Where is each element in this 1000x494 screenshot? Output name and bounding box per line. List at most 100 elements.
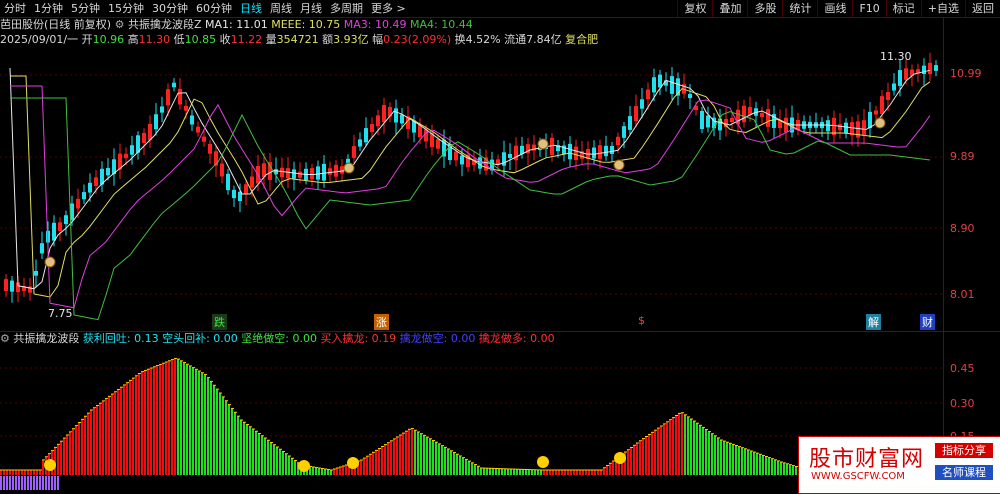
candle-body xyxy=(58,222,62,231)
candle-body xyxy=(82,192,86,200)
smiley-icon xyxy=(298,460,310,472)
event-marker-jie[interactable]: 解 xyxy=(866,314,881,330)
candle-body xyxy=(622,126,626,138)
sub-histogram-bar xyxy=(768,457,770,475)
event-marker-dollar[interactable]: $ xyxy=(636,314,647,327)
sub-indicator-name[interactable]: 共振擒龙波段 xyxy=(13,332,79,345)
short-cover-value: 空头回补: 0.00 xyxy=(162,332,238,345)
candle-body xyxy=(874,110,878,115)
sub-histogram-bar xyxy=(681,412,683,475)
sub-histogram-bar xyxy=(129,380,131,475)
sub-histogram-bar xyxy=(462,457,464,475)
sub-histogram-bar xyxy=(522,469,524,475)
sub-histogram-bar xyxy=(516,469,518,475)
sub-histogram-bar xyxy=(330,470,332,475)
sub-histogram-bar xyxy=(474,464,476,475)
sub-histogram-bar xyxy=(195,369,197,475)
candle-body xyxy=(922,65,926,75)
sub-histogram-bar xyxy=(276,447,278,475)
sub-histogram-bar xyxy=(126,382,128,475)
candle-body xyxy=(394,108,398,123)
sub-histogram-bar xyxy=(189,365,191,475)
sub-histogram-bar xyxy=(279,449,281,475)
sub-histogram-bar xyxy=(285,453,287,475)
sub-negative-bar xyxy=(18,476,20,490)
sub-histogram-bar xyxy=(102,400,104,475)
sub-histogram-bar xyxy=(174,358,176,475)
sub-histogram-bar xyxy=(384,444,386,475)
candle-body xyxy=(838,124,842,131)
sub-histogram-bar xyxy=(171,359,173,475)
sub-histogram-bar xyxy=(579,470,581,475)
sub-histogram-bar xyxy=(327,469,329,475)
event-marker-die[interactable]: 跌 xyxy=(212,314,227,330)
candle-body xyxy=(424,129,428,142)
sub-histogram-bar xyxy=(312,467,314,475)
sub-settings-icon[interactable]: ⚙ xyxy=(0,332,10,345)
candle-body xyxy=(760,112,764,118)
sub-histogram-bar xyxy=(72,428,74,475)
sub-histogram-bar xyxy=(15,470,17,475)
sub-histogram-bar xyxy=(402,433,404,475)
sub-histogram-bar xyxy=(378,448,380,475)
candle-body xyxy=(76,198,80,209)
sub-histogram-bar xyxy=(726,442,728,475)
sub-negative-bar xyxy=(45,476,47,490)
sub-histogram-bar xyxy=(240,420,242,475)
event-marker-zhang[interactable]: 涨 xyxy=(374,314,389,330)
sub-histogram-bar xyxy=(18,470,20,475)
sub-histogram-bar xyxy=(534,469,536,475)
sub-histogram-bar xyxy=(711,433,713,475)
sub-histogram-bar xyxy=(546,470,548,475)
sub-histogram-bar xyxy=(423,435,425,475)
sub-histogram-bar xyxy=(273,444,275,475)
money-bag-icon xyxy=(343,162,355,174)
sub-histogram-bar xyxy=(759,454,761,475)
sub-histogram-bar xyxy=(264,438,266,475)
sub-histogram-bar xyxy=(183,362,185,475)
sub-histogram-bar xyxy=(123,384,125,475)
ad-tag-indicators[interactable]: 指标分享 xyxy=(935,443,993,458)
candle-body xyxy=(892,83,896,91)
candle-body xyxy=(178,88,182,105)
sub-histogram-bar xyxy=(246,424,248,475)
sub-histogram-bar xyxy=(495,468,497,475)
sub-histogram-bar xyxy=(786,463,788,475)
sub-histogram-bar xyxy=(426,437,428,475)
sub-histogram-bar xyxy=(765,456,767,475)
candle-body xyxy=(550,137,554,156)
sub-histogram-bar xyxy=(477,466,479,475)
candle-body xyxy=(826,120,830,132)
sub-histogram-bar xyxy=(594,470,596,475)
sub-histogram-bar xyxy=(687,416,689,475)
sub-histogram-bar xyxy=(723,441,725,475)
sub-histogram-bar xyxy=(789,464,791,475)
sub-histogram-bar xyxy=(135,375,137,475)
watermark-ad[interactable]: 股市财富网 WWW.GSCFW.COM 指标分享 名师课程 xyxy=(798,436,1000,494)
candle-body xyxy=(568,143,572,160)
sub-histogram-bar xyxy=(192,367,194,475)
sub-histogram-bar xyxy=(390,440,392,475)
sub-negative-bar xyxy=(9,476,11,490)
event-marker-cai[interactable]: 财 xyxy=(920,314,935,330)
sub-histogram-bar xyxy=(675,415,677,475)
sub-histogram-bar xyxy=(678,413,680,475)
candle-body xyxy=(880,96,884,114)
candle-body xyxy=(934,65,938,71)
sub-histogram-bar xyxy=(39,470,41,475)
sub-histogram-bar xyxy=(24,470,26,475)
sub-histogram-bar xyxy=(153,366,155,475)
sub-histogram-bar xyxy=(81,419,83,475)
ad-tag-courses[interactable]: 名师课程 xyxy=(935,465,993,480)
candle-body xyxy=(898,70,902,86)
kline-chart[interactable] xyxy=(0,0,1000,492)
sub-histogram-bar xyxy=(492,468,494,475)
candle-body xyxy=(340,166,344,174)
smiley-icon xyxy=(347,457,359,469)
sub-negative-bar xyxy=(30,476,32,490)
sub-histogram-bar xyxy=(366,456,368,475)
candle-body xyxy=(742,105,746,123)
candle-body xyxy=(652,77,656,93)
sub-histogram-bar xyxy=(642,438,644,475)
sub-histogram-bar xyxy=(27,470,29,475)
